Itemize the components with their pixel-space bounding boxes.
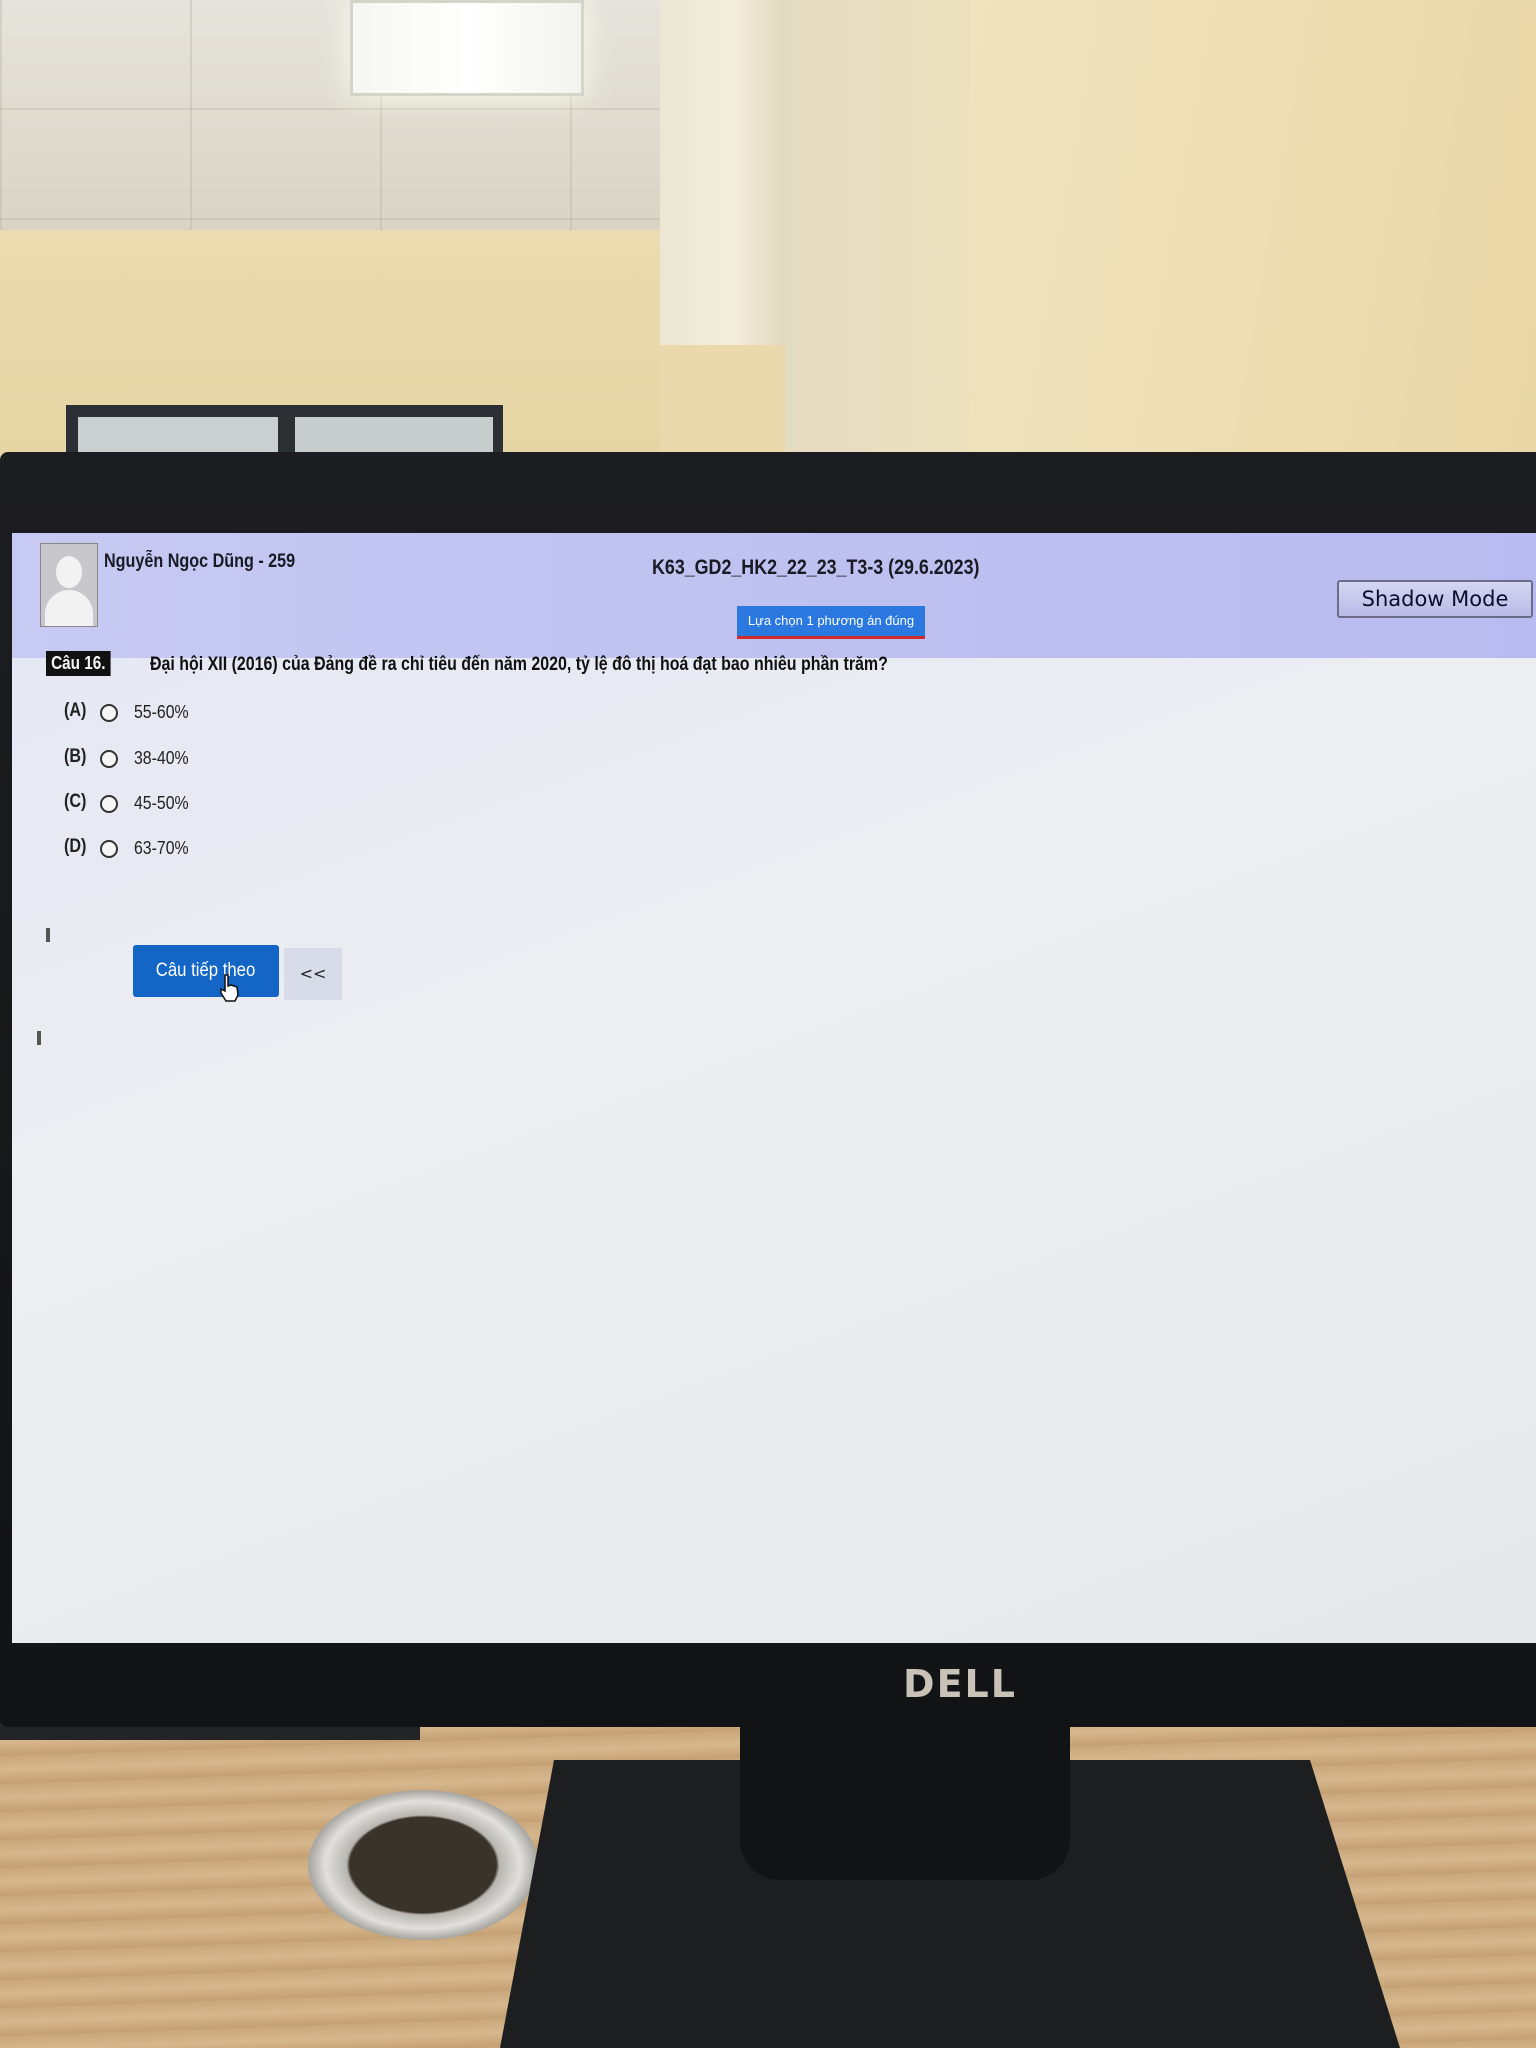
option-letter: (B) <box>64 746 87 767</box>
desk-cable-hole <box>308 1790 538 1940</box>
exam-title: K63_GD2_HK2_22_23_T3-3 (29.6.2023) <box>652 556 980 579</box>
shadow-mode-button[interactable]: Shadow Mode <box>1337 580 1533 618</box>
radio-button[interactable] <box>100 704 118 722</box>
avatar <box>40 543 98 627</box>
previous-question-button[interactable]: << <box>284 948 342 1000</box>
option-a[interactable]: (A) 55-60% <box>64 700 464 730</box>
radio-button[interactable] <box>100 840 118 858</box>
exam-header: Nguyễn Ngọc Dũng - 259 K63_GD2_HK2_22_23… <box>12 533 1536 658</box>
next-question-label: Câu tiếp theo <box>156 960 256 981</box>
option-b[interactable]: (B) 38-40% <box>64 746 464 776</box>
stray-mark <box>46 928 50 942</box>
ceiling-light <box>350 0 584 96</box>
stray-mark <box>37 1031 41 1045</box>
question-row: Câu 16. Đại hội XII (2016) của Đảng đề r… <box>46 651 1516 687</box>
option-value: 38-40% <box>134 748 189 768</box>
question-text: Đại hội XII (2016) của Đảng đề ra chỉ ti… <box>150 654 888 675</box>
photo-scene: DELL Nguyễn Ngọc Dũng - 259 K63_GD2_HK2_… <box>0 0 1536 2048</box>
avatar-head-icon <box>56 556 82 588</box>
option-c[interactable]: (C) 45-50% <box>64 791 464 821</box>
option-value: 63-70% <box>134 838 189 858</box>
question-number: Câu 16. <box>46 651 111 676</box>
option-value: 45-50% <box>134 793 189 813</box>
option-letter: (D) <box>64 836 87 857</box>
instruction-badge: Lựa chọn 1 phương án đúng <box>737 606 925 639</box>
radio-button[interactable] <box>100 750 118 768</box>
wall-right <box>970 0 1536 480</box>
wall-mid <box>785 0 970 480</box>
monitor-stand-neck <box>740 1700 1070 1880</box>
exam-screen: Nguyễn Ngọc Dũng - 259 K63_GD2_HK2_22_23… <box>12 533 1536 1643</box>
option-letter: (A) <box>64 700 87 721</box>
hand-cursor-icon <box>220 974 239 1002</box>
option-d[interactable]: (D) 63-70% <box>64 836 464 866</box>
next-question-button[interactable]: Câu tiếp theo <box>133 945 279 997</box>
option-value: 55-60% <box>134 702 189 722</box>
ceiling-beam <box>660 0 785 345</box>
radio-button[interactable] <box>100 795 118 813</box>
avatar-body-icon <box>45 590 93 626</box>
monitor-brand-logo: DELL <box>903 1662 1017 1706</box>
option-letter: (C) <box>64 791 87 812</box>
user-name: Nguyễn Ngọc Dũng - 259 <box>104 551 296 572</box>
